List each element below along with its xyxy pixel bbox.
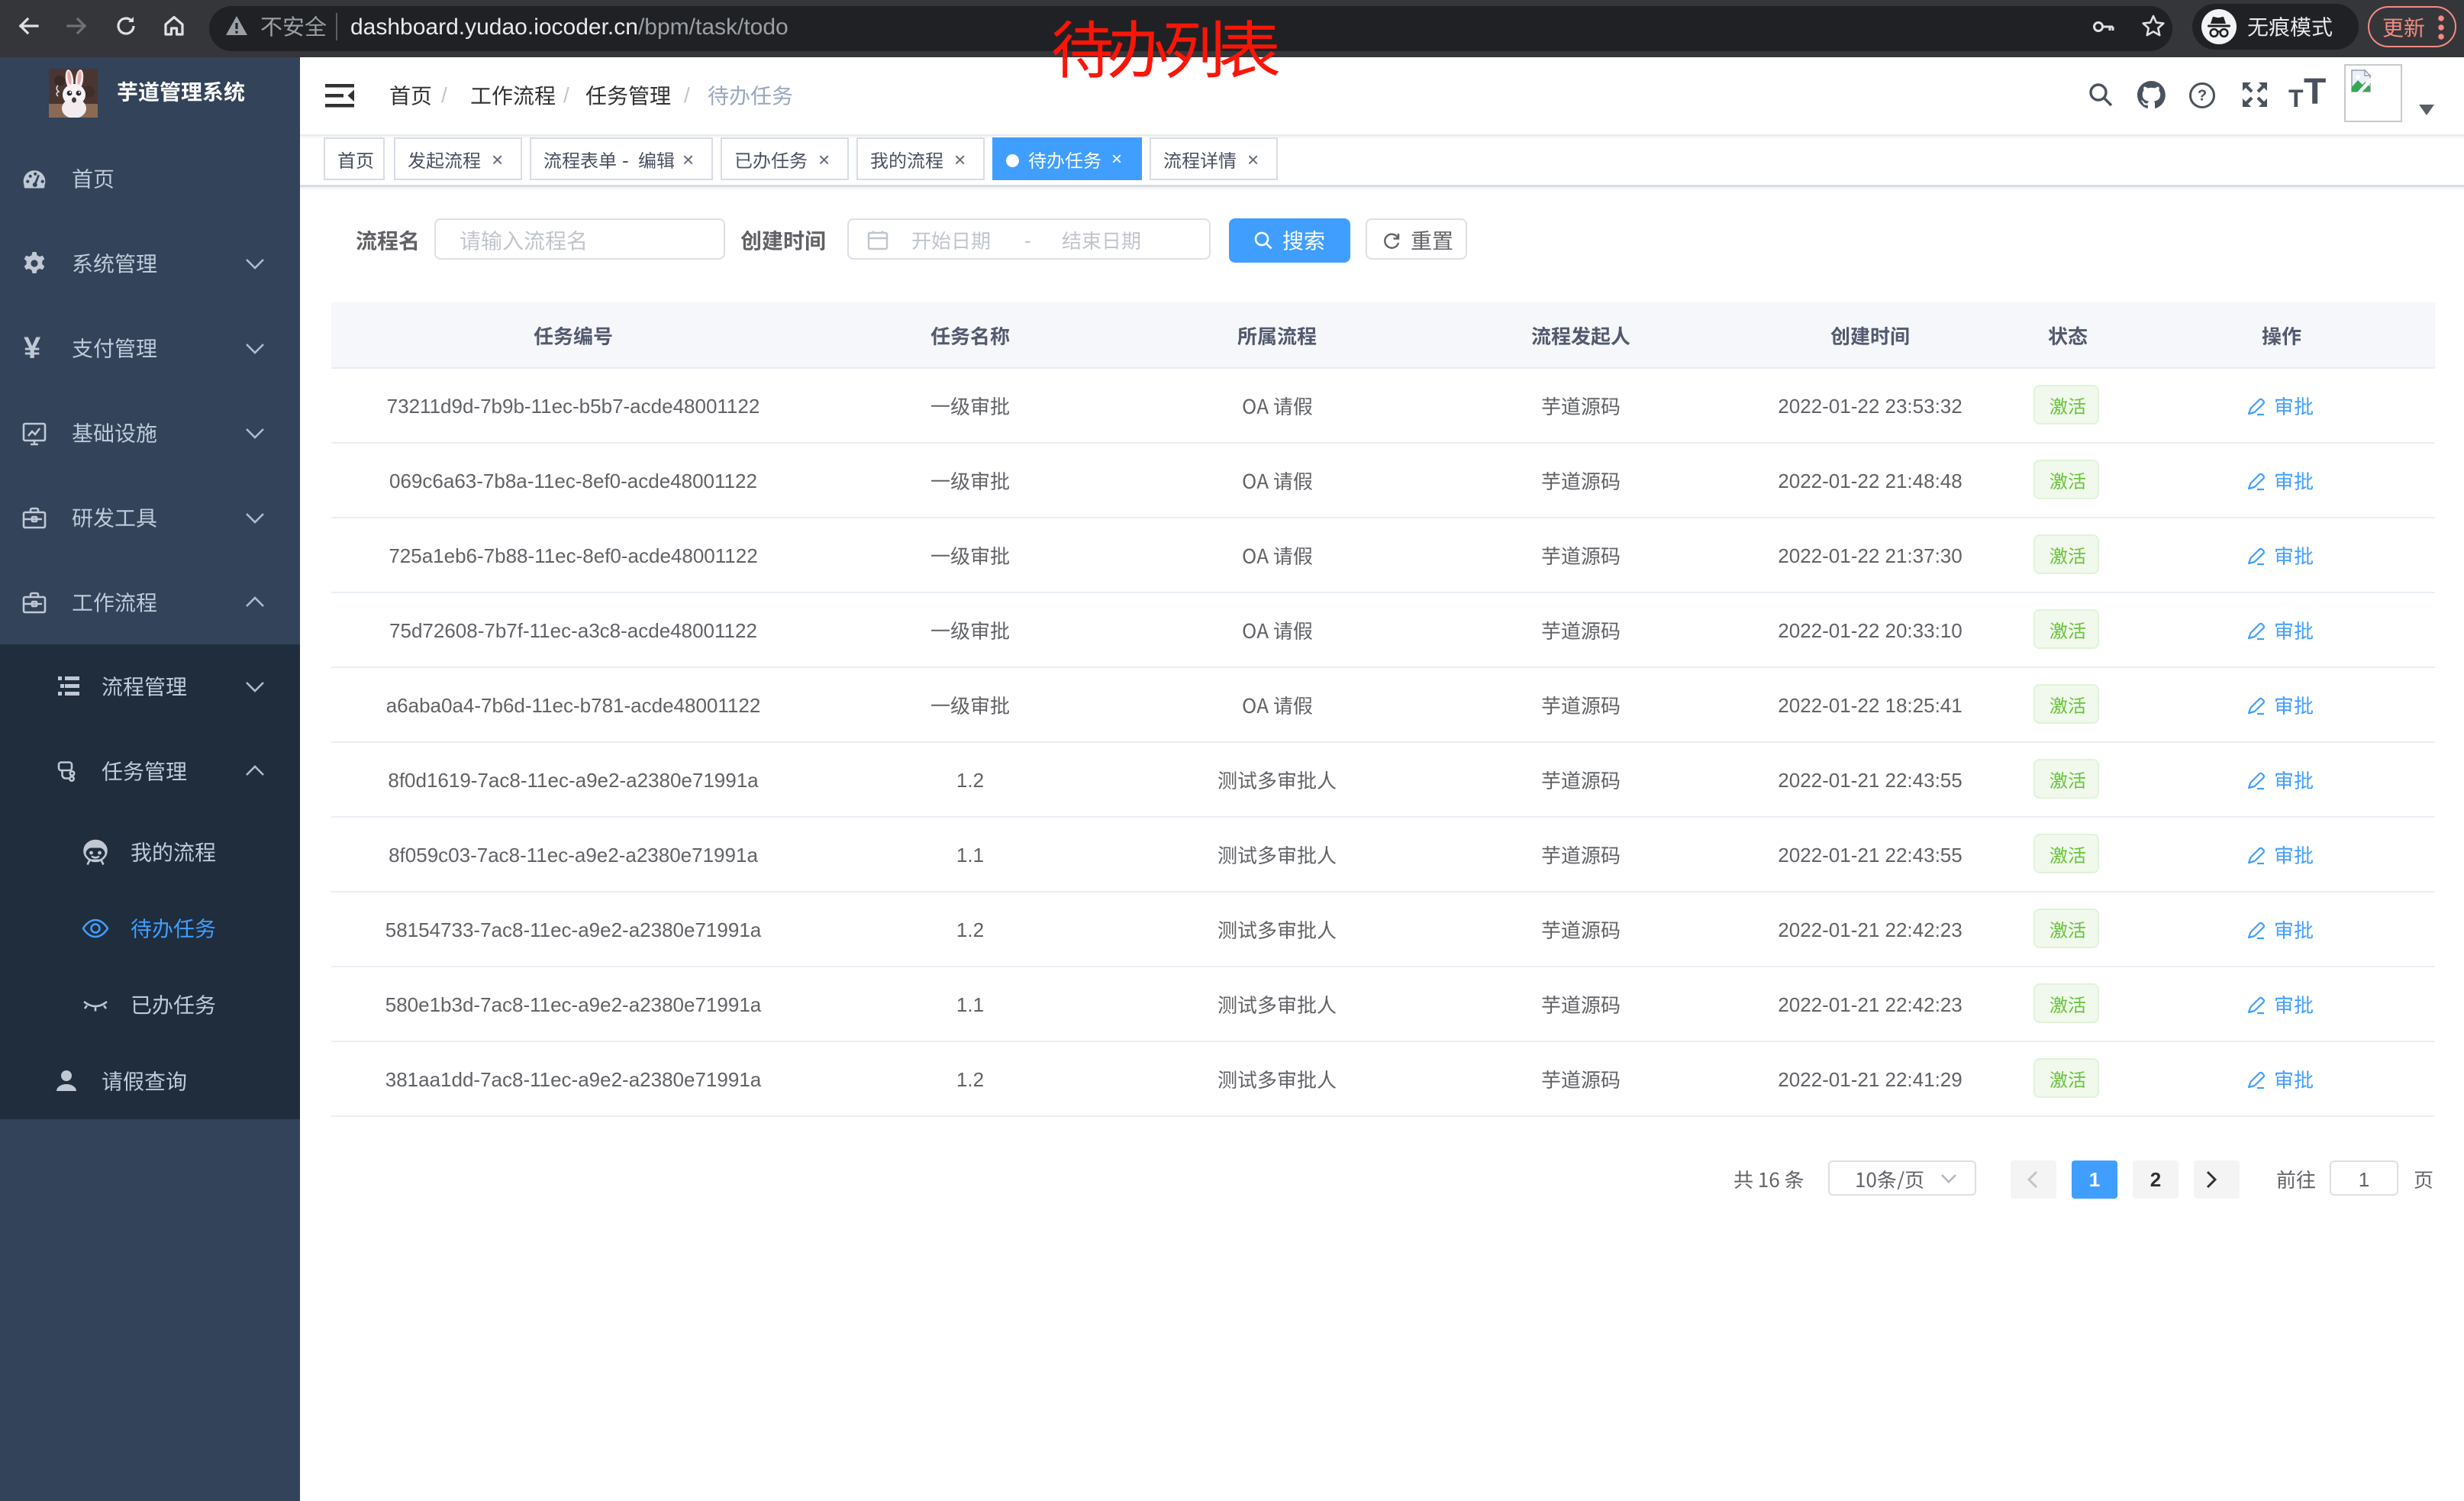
svg-text:?: ? — [2198, 88, 2207, 105]
